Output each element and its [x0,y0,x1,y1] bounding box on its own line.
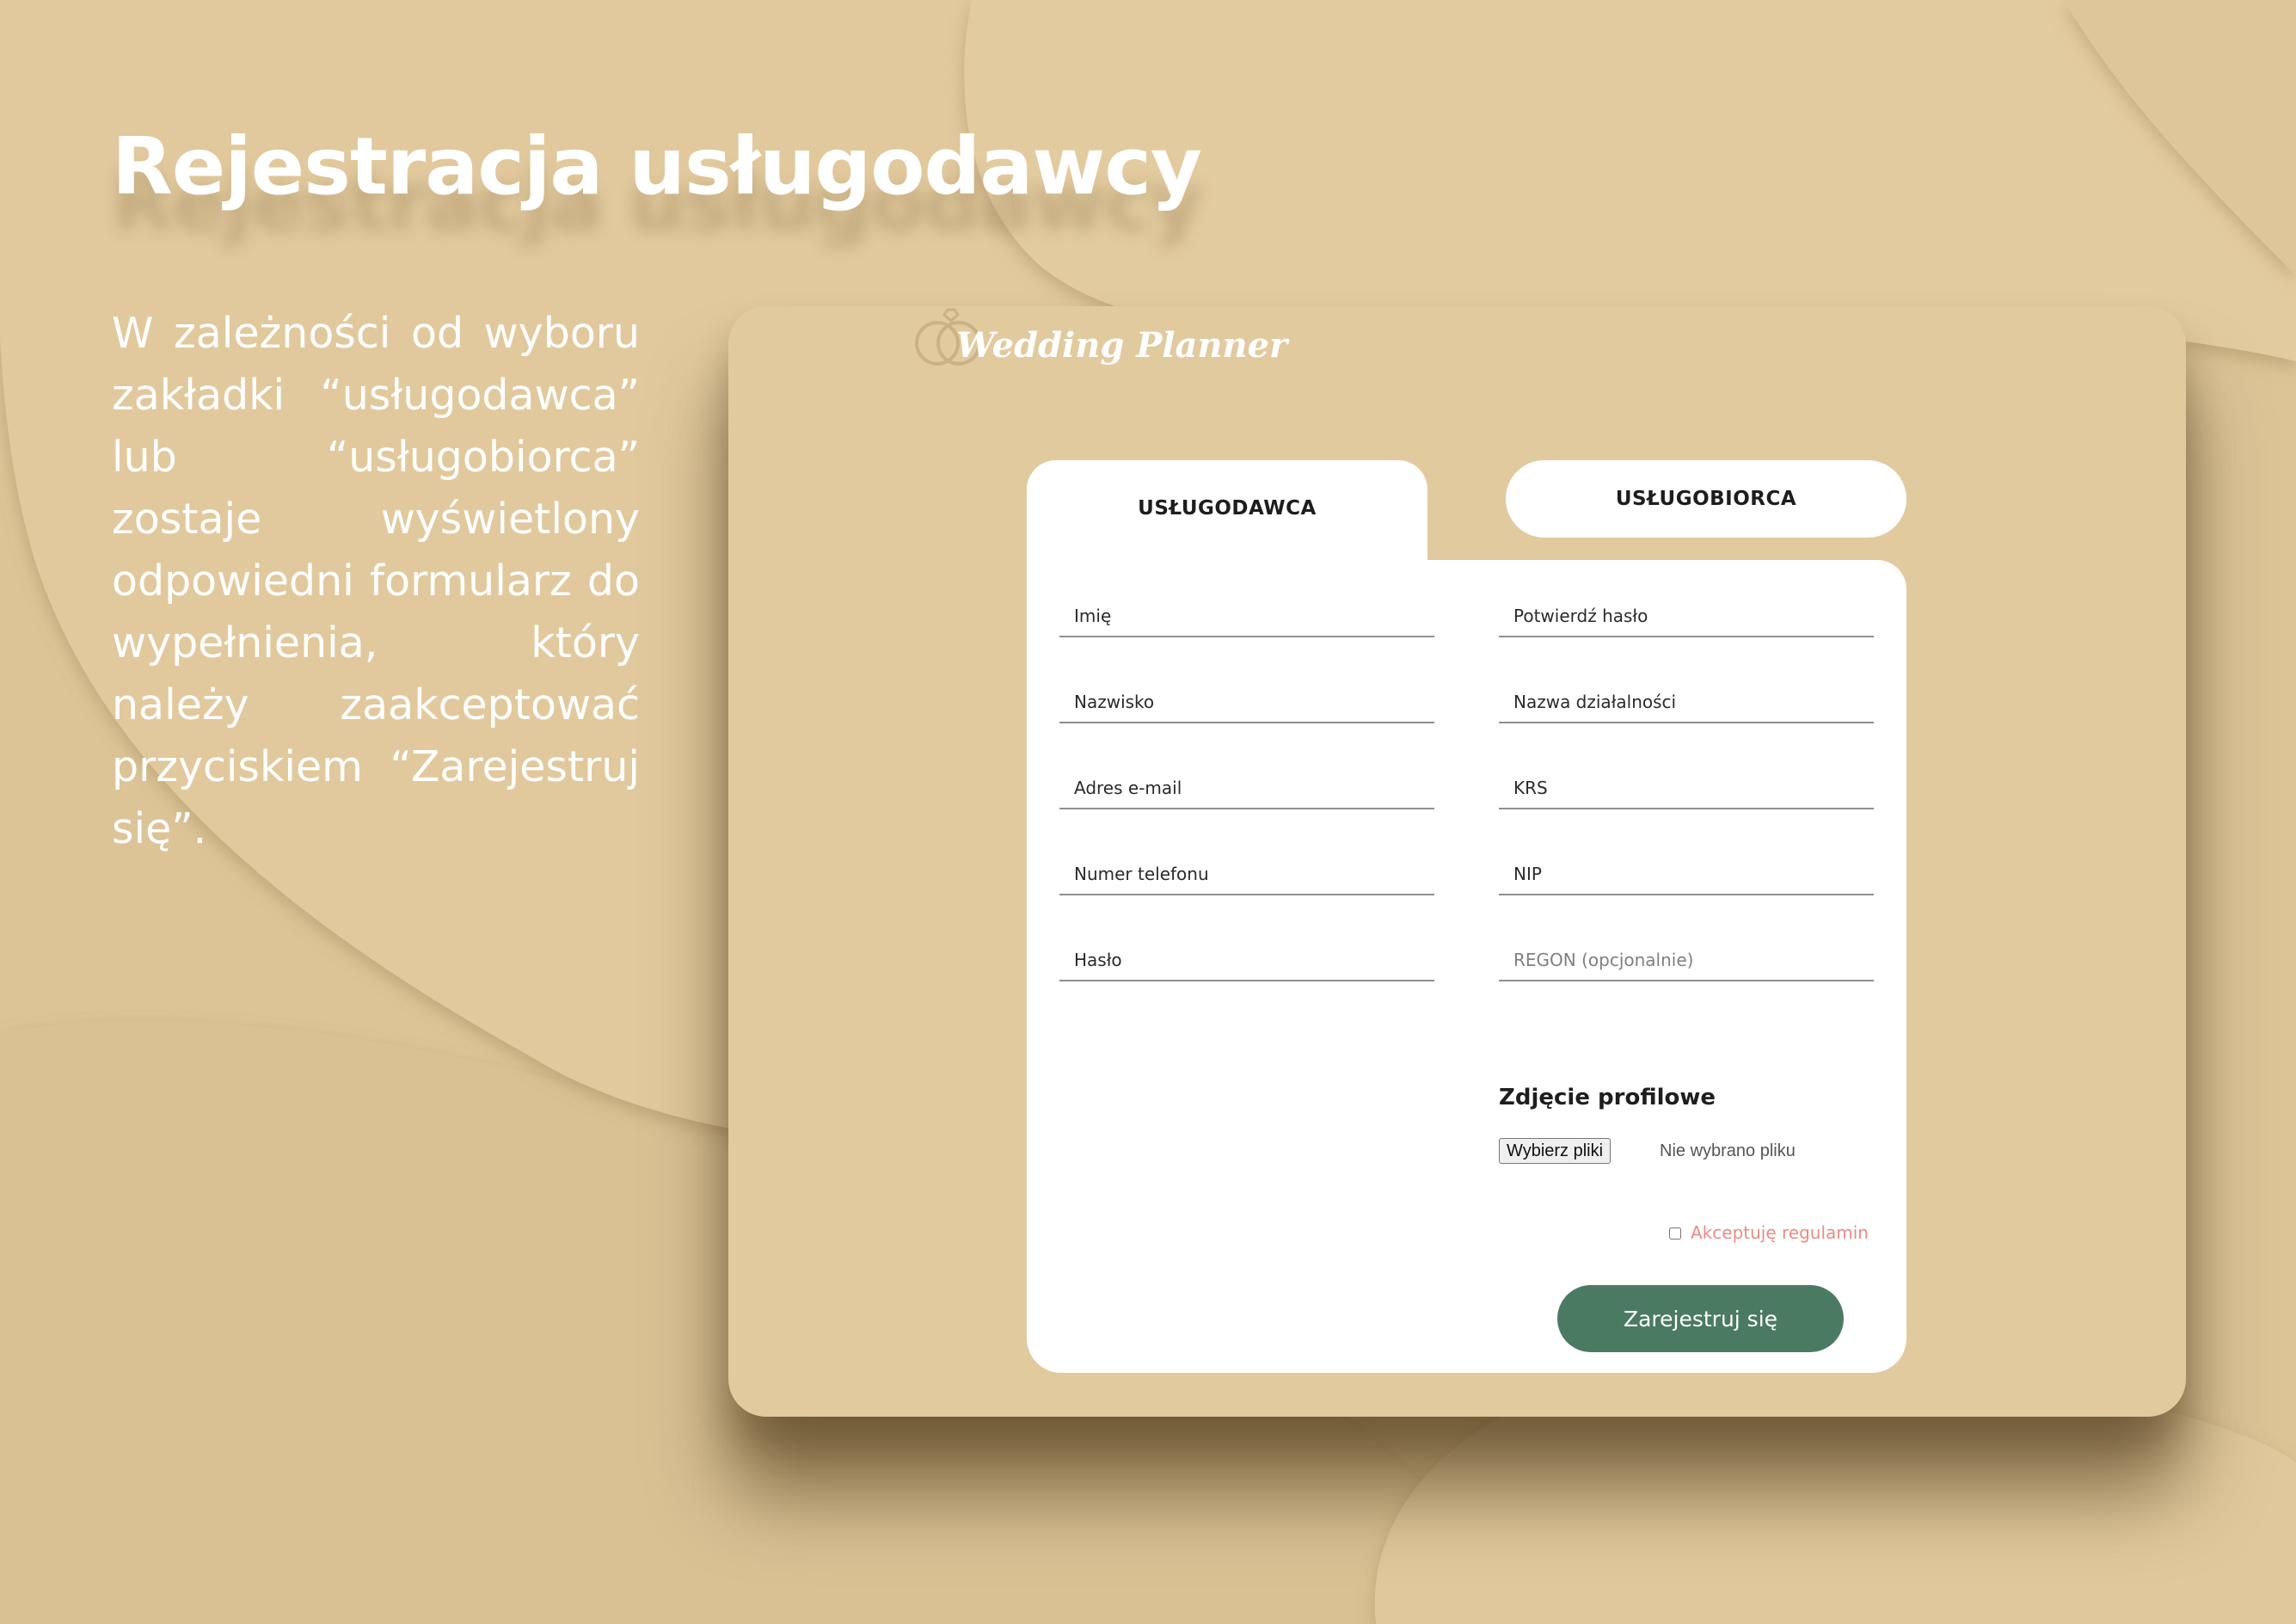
last-name-input[interactable] [1059,663,1434,723]
logo-text: Wedding Planner [956,325,1288,366]
phone-input[interactable] [1059,835,1434,895]
tab-uslugobiorca[interactable]: USŁUGOBIORCA [1506,460,1906,538]
regon-input[interactable] [1499,921,1874,981]
password-input[interactable] [1059,921,1434,981]
nip-input[interactable] [1499,835,1874,895]
krs-input[interactable] [1499,749,1874,809]
email-input[interactable] [1059,749,1434,809]
choose-file-button[interactable]: Wybierz pliki [1499,1138,1611,1164]
confirm-password-input[interactable] [1499,577,1874,637]
profile-photo-label: Zdjęcie profilowe [1499,1085,1716,1110]
register-button[interactable]: Zarejestruj się [1557,1285,1844,1352]
business-name-input[interactable] [1499,663,1874,723]
logo: Wedding Planner [912,306,1287,375]
page-title: Rejestracja usługodawcy [112,120,1202,212]
terms-checkbox[interactable] [1669,1227,1681,1240]
terms-label[interactable]: Akceptuję regulamin [1691,1222,1869,1243]
tab-uslugodawca[interactable]: USŁUGODAWCA [1027,460,1427,572]
first-name-input[interactable] [1059,577,1434,637]
registration-form: Zdjęcie profilowe Wybierz pliki Nie wybr… [1027,560,1906,1373]
description-text: W zależności od wyboru zakładki “usługod… [112,309,640,853]
app-screenshot: Wedding Planner USŁUGODAWCA USŁUGOBIORCA… [728,306,2186,1417]
file-status-text: Nie wybrano pliku [1660,1141,1796,1160]
